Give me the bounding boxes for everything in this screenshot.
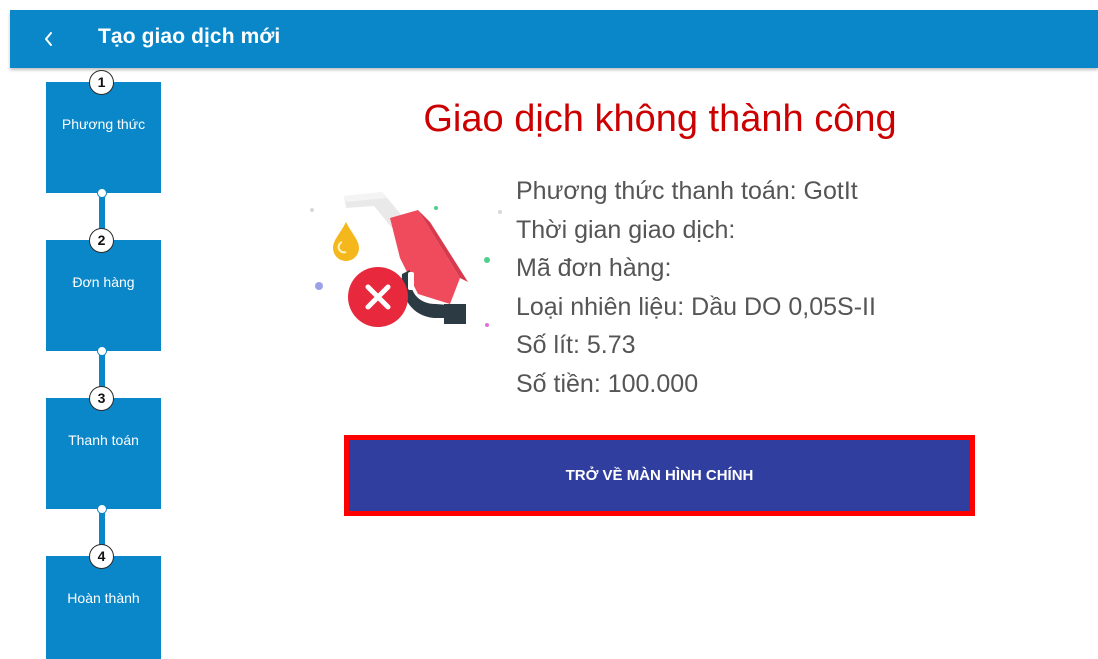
step-dot [97, 188, 107, 198]
step-number-badge: 3 [89, 386, 114, 411]
transaction-details: Phương thức thanh toán: GotIt Thời gian … [516, 172, 876, 403]
detail-amount: Số tiền: 100.000 [516, 369, 699, 398]
step-label: Thanh toán [68, 432, 139, 448]
detail-payment-method: Phương thức thanh toán: GotIt [516, 177, 858, 205]
step-label: Hoàn thành [67, 590, 140, 606]
detail-fuel-type: Loại nhiên liệu: Dầu DO 0,05S-II [516, 292, 876, 321]
page-title: Tạo giao dịch mới [98, 25, 281, 48]
result-title: Giao dịch không thành công [423, 98, 897, 140]
step-number-badge: 2 [89, 228, 114, 253]
step-label: Phương thức [61, 116, 146, 132]
step-4-complete[interactable]: Hoàn thành [46, 556, 161, 659]
app-bar: Tạo giao dịch mới [10, 10, 1098, 68]
back-button[interactable] [34, 22, 64, 56]
step-number-badge: 4 [89, 544, 114, 569]
screen: Tạo giao dịch mới Phương thức 1 Đơn hàng… [0, 0, 1098, 659]
step-number-badge: 1 [89, 70, 114, 95]
detail-transaction-time: Thời gian giao dịch: [516, 215, 736, 244]
detail-order-id: Mã đơn hàng: [516, 254, 672, 282]
step-1-method[interactable]: Phương thức [46, 82, 161, 193]
fuel-nozzle-error-icon [300, 188, 510, 348]
step-dot [97, 346, 107, 356]
detail-liters: Số lít: 5.73 [516, 331, 636, 359]
step-label: Đơn hàng [72, 274, 135, 290]
step-2-order[interactable]: Đơn hàng [46, 240, 161, 351]
step-3-payment[interactable]: Thanh toán [46, 398, 161, 509]
step-dot [97, 504, 107, 514]
chevron-left-icon [45, 32, 52, 46]
stepper: Phương thức 1 Đơn hàng 2 Thanh toán 3 Ho… [46, 70, 161, 659]
back-to-home-button[interactable]: TRỞ VỀ MÀN HÌNH CHÍNH [344, 435, 975, 516]
